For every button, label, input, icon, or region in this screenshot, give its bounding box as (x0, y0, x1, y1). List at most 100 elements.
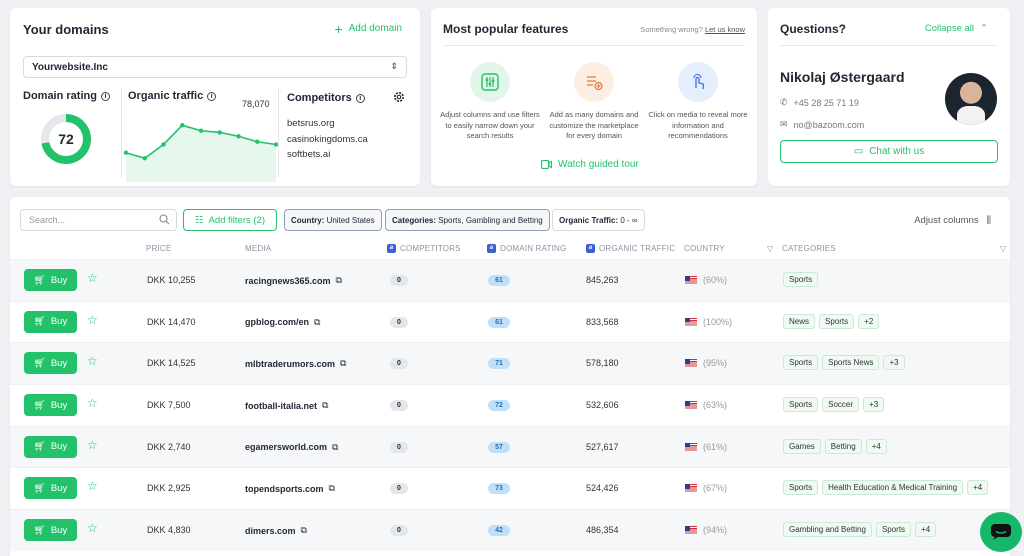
feature-text: Add as many domains and customize the ma… (549, 110, 639, 140)
external-link-icon[interactable]: ⧉ (340, 358, 346, 369)
col-competitors[interactable]: a COMPETITORS (387, 244, 461, 253)
col-competitors-label: COMPETITORS (400, 244, 461, 253)
category-tag[interactable]: Sports (783, 397, 819, 413)
external-link-icon[interactable]: ⧉ (329, 483, 335, 494)
star-icon[interactable]: ☆ (87, 479, 98, 493)
category-tag[interactable]: +3 (883, 355, 905, 371)
category-tag[interactable]: +2 (858, 313, 880, 329)
video-icon (541, 160, 552, 169)
table-row[interactable]: 🛒︎ Buy ☆ DKK 14,525 mlbtraderumors.com ⧉… (10, 342, 1010, 385)
col-media[interactable]: MEDIA (245, 244, 271, 253)
filter-funnel-icon[interactable]: ▽ (767, 244, 773, 253)
media-cell[interactable]: gpblog.com/en ⧉ (245, 317, 320, 328)
domain-select[interactable]: Yourwebsite.Inc ⇕ (23, 56, 407, 78)
chat-with-us-button[interactable]: ▭ Chat with us (780, 140, 998, 163)
chevron-updown-icon: ⇕ (390, 61, 398, 71)
media-cell[interactable]: topendsports.com ⧉ (245, 483, 335, 494)
category-tag[interactable]: Soccer (822, 397, 860, 413)
table-row[interactable]: 🛒︎ Buy ☆ DKK 7,500 football-italia.net ⧉… (10, 384, 1010, 426)
cart-icon: 🛒︎ (33, 399, 46, 411)
domain-rating-donut: 72 (41, 114, 91, 164)
category-tag[interactable]: Sports News (822, 355, 880, 371)
buy-button[interactable]: 🛒︎ Buy (24, 394, 77, 417)
category-tag[interactable]: +3 (863, 397, 885, 413)
info-icon[interactable]: i (355, 93, 365, 103)
star-icon[interactable]: ☆ (87, 521, 98, 535)
star-icon[interactable]: ☆ (87, 313, 98, 327)
media-link[interactable]: football-italia.net (245, 401, 317, 411)
price-cell: DKK 10,255 (147, 275, 196, 285)
media-link[interactable]: topendsports.com (245, 484, 324, 494)
add-filters-button[interactable]: ☷ Add filters (2) (183, 209, 277, 231)
buy-label: Buy (50, 399, 68, 411)
filter-chip-traffic[interactable]: Organic Traffic: 0 - ∞ (552, 209, 645, 231)
category-tag[interactable]: Games (783, 438, 821, 454)
star-icon[interactable]: ☆ (87, 396, 98, 410)
media-link[interactable]: egamersworld.com (245, 442, 327, 452)
media-link[interactable]: gpblog.com/en (245, 317, 309, 327)
media-cell[interactable]: football-italia.net ⧉ (245, 400, 328, 411)
external-link-icon[interactable]: ⧉ (314, 317, 320, 328)
category-tag[interactable]: +4 (915, 522, 937, 538)
media-link[interactable]: dimers.com (245, 526, 296, 536)
category-tag[interactable]: Sports (783, 480, 819, 496)
filter-funnel-icon[interactable]: ▽ (1000, 244, 1006, 253)
category-tag[interactable]: +4 (967, 480, 989, 496)
star-icon[interactable]: ☆ (87, 438, 98, 452)
category-tag[interactable]: +4 (865, 438, 887, 454)
info-icon[interactable]: i (100, 91, 110, 101)
media-link[interactable]: mlbtraderumors.com (245, 359, 335, 369)
table-row[interactable]: 🛒︎ Buy ☆ DKK 2,740 egamersworld.com ⧉ 0 … (10, 425, 1010, 468)
media-cell[interactable]: dimers.com ⧉ (245, 525, 307, 536)
external-link-icon[interactable]: ⧉ (332, 442, 338, 453)
media-link[interactable]: racingnews365.com (245, 276, 331, 286)
buy-button[interactable]: 🛒︎ Buy (24, 477, 77, 500)
table-row[interactable]: 🛒︎ Buy ☆ DKK 10,255 racingnews365.com ⧉ … (10, 259, 1010, 301)
feature-text: Adjust columns and use filters to easily… (440, 110, 540, 140)
gear-icon[interactable] (392, 90, 406, 104)
buy-button[interactable]: 🛒︎ Buy (24, 269, 77, 291)
category-tag[interactable]: Betting (824, 438, 862, 454)
media-cell[interactable]: racingnews365.com ⧉ (245, 275, 342, 286)
category-tag[interactable]: Sports (875, 522, 912, 538)
info-icon[interactable]: i (207, 91, 217, 101)
col-country[interactable]: COUNTRY (684, 244, 725, 253)
star-icon[interactable]: ☆ (87, 354, 98, 368)
table-row[interactable]: 🛒︎ Buy ☆ DKK 2,925 topendsports.com ⧉ 0 … (10, 467, 1010, 509)
category-tag[interactable]: Health Education & Medical Training (822, 480, 964, 496)
external-link-icon[interactable]: ⧉ (336, 275, 342, 286)
let-us-know-link[interactable]: Let us know (705, 25, 745, 34)
watch-guided-tour-button[interactable]: Watch guided tour (541, 159, 639, 170)
table-row[interactable]: 🛒︎ Buy ☆ DKK 14,470 gpblog.com/en ⧉ 0 61… (10, 300, 1010, 343)
phone-number[interactable]: +45 28 25 71 19 (794, 98, 859, 108)
chat-widget-button[interactable] (980, 512, 1022, 552)
col-domain-rating[interactable]: a DOMAIN RATING (487, 244, 566, 253)
search-input[interactable]: Search... (20, 209, 177, 231)
filter-chip-categories[interactable]: Categories: Sports, Gambling and Betting (385, 209, 550, 231)
col-organic-traffic[interactable]: a ORGANIC TRAFFIC (586, 244, 675, 253)
category-tag[interactable]: Sports (819, 313, 855, 329)
collapse-all-button[interactable]: Collapse all ⌃ (925, 23, 988, 34)
external-link-icon[interactable]: ⧉ (301, 525, 307, 536)
buy-button[interactable]: 🛒︎ Buy (24, 519, 77, 542)
external-link-icon[interactable]: ⧉ (322, 400, 328, 411)
buy-button[interactable]: 🛒︎ Buy (24, 310, 77, 333)
email-address[interactable]: no@bazoom.com (794, 120, 865, 130)
table-row[interactable]: 🛒︎ Buy ☆ DKK 4,830 dimers.com ⧉ 0 42 486… (10, 509, 1010, 551)
category-tag[interactable]: Sports (783, 355, 819, 371)
col-categories[interactable]: CATEGORIES (782, 244, 836, 253)
media-cell[interactable]: mlbtraderumors.com ⧉ (245, 358, 346, 369)
buy-button[interactable]: 🛒︎ Buy (24, 435, 77, 458)
adjust-columns-button[interactable]: Adjust columns ⫼ (914, 215, 991, 226)
category-tag[interactable]: Gambling and Betting (783, 522, 872, 538)
star-icon[interactable]: ☆ (87, 271, 98, 285)
sparkline-point (180, 123, 185, 128)
media-cell[interactable]: egamersworld.com ⧉ (245, 442, 338, 453)
filter-chip-country[interactable]: Country: United States (284, 209, 382, 231)
col-price[interactable]: PRICE (146, 244, 171, 253)
category-tag[interactable]: News (783, 313, 816, 329)
buy-button[interactable]: 🛒︎ Buy (24, 352, 77, 375)
country-cell: (60%) (685, 275, 727, 285)
category-tag[interactable]: Sports (783, 272, 819, 287)
add-domain-button[interactable]: + Add domain (334, 22, 402, 36)
